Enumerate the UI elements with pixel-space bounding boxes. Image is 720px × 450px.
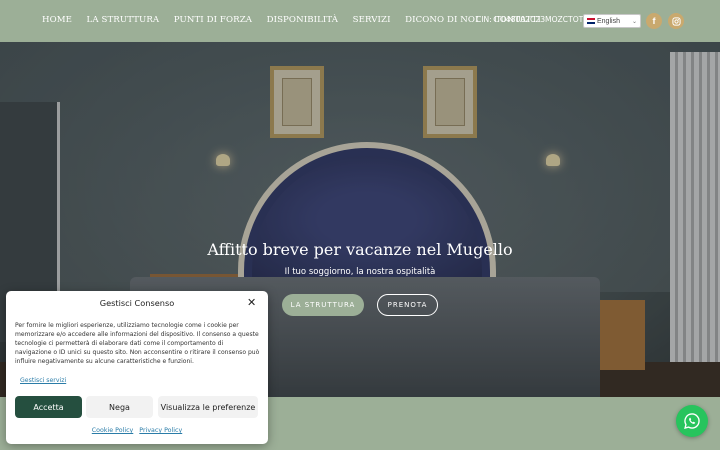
la-struttura-button[interactable]: LA STRUTTURA: [282, 294, 364, 316]
policy-links: Cookie Policy Privacy Policy: [6, 427, 268, 434]
site-header: HOME LA STRUTTURA PUNTI DI FORZA DISPONI…: [0, 0, 720, 42]
whatsapp-glyph: [684, 413, 700, 429]
instagram-icon[interactable]: [668, 13, 684, 29]
prenota-button[interactable]: PRENOTA: [377, 294, 438, 316]
hero-subtitle: Il tuo soggiorno, la nostra ospitalità: [284, 267, 436, 277]
cin-code: CIN: IT048002C23MOZCTOT: [476, 15, 584, 24]
cookie-policy-link[interactable]: Cookie Policy: [92, 427, 134, 434]
language-selector[interactable]: English ⌄: [583, 14, 641, 28]
language-label: English: [597, 17, 620, 25]
consent-dialog: Gestisci Consenso ✕ Per fornire le migli…: [6, 291, 268, 444]
nav-disponibilita[interactable]: DISPONIBILITÀ: [267, 15, 339, 25]
uk-flag-icon: [587, 18, 595, 24]
facebook-icon[interactable]: f: [646, 13, 662, 29]
chevron-down-icon: ⌄: [631, 19, 637, 25]
whatsapp-icon[interactable]: [676, 405, 708, 437]
close-icon[interactable]: ✕: [247, 296, 256, 309]
nav-home[interactable]: HOME: [42, 15, 72, 25]
accept-button[interactable]: Accetta: [15, 396, 82, 418]
nav-la-struttura[interactable]: LA STRUTTURA: [87, 15, 160, 25]
hero-title: Affitto breve per vacanze nel Mugello: [207, 240, 513, 259]
nav-servizi[interactable]: SERVIZI: [353, 15, 391, 25]
consent-title: Gestisci Consenso: [99, 298, 175, 308]
view-preferences-button[interactable]: Visualizza le preferenze: [158, 396, 258, 418]
nav-punti-di-forza[interactable]: PUNTI DI FORZA: [174, 15, 252, 25]
deny-button[interactable]: Nega: [86, 396, 153, 418]
privacy-policy-link[interactable]: Privacy Policy: [139, 427, 182, 434]
consent-text: Per fornire le migliori esperienze, util…: [15, 322, 260, 365]
manage-services-link[interactable]: Gestisci servizi: [20, 377, 66, 384]
instagram-glyph: [671, 16, 681, 26]
nav-dicono-di-noi[interactable]: DICONO DI NOI: [405, 15, 478, 25]
